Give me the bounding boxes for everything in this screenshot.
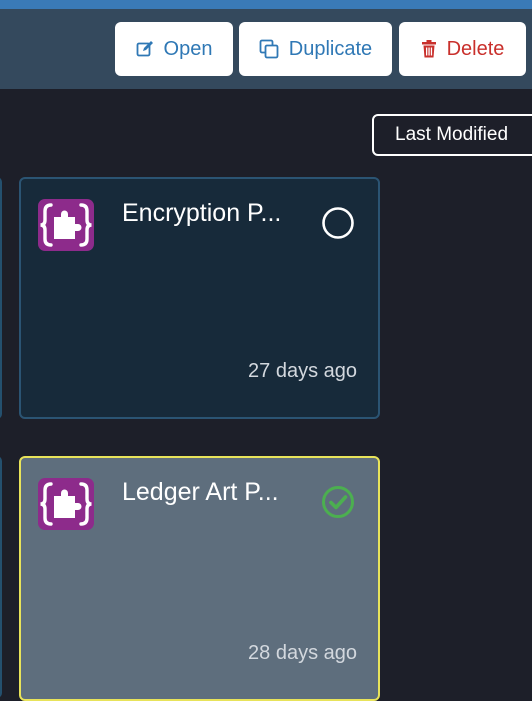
empty-circle-icon[interactable] <box>321 206 355 240</box>
plugin-icon <box>38 478 94 530</box>
card-title: Encryption P... <box>122 199 282 227</box>
copy-icon <box>259 39 279 59</box>
trash-icon <box>421 40 437 58</box>
card-modified-time: 27 days ago <box>248 360 357 382</box>
sort-label: Last Modified <box>395 124 509 145</box>
top-accent-strip <box>0 0 532 9</box>
delete-button[interactable]: Delete <box>399 22 526 76</box>
project-card[interactable]: Encryption P... 27 days ago <box>19 177 380 419</box>
action-toolbar: Open Duplicate Delete <box>0 9 532 89</box>
edit-icon <box>136 40 154 58</box>
plugin-icon <box>38 199 94 251</box>
open-button[interactable]: Open <box>115 22 233 76</box>
partial-card-left[interactable] <box>0 177 2 419</box>
card-modified-time: 28 days ago <box>248 642 357 664</box>
duplicate-button[interactable]: Duplicate <box>239 22 392 76</box>
delete-button-label: Delete <box>446 37 505 60</box>
card-title: Ledger Art P... <box>122 478 279 506</box>
partial-card-left[interactable] <box>0 456 2 698</box>
check-circle-icon[interactable] <box>321 485 355 519</box>
project-card[interactable]: Ledger Art P... 28 days ago <box>19 456 380 701</box>
open-button-label: Open <box>163 37 213 60</box>
duplicate-button-label: Duplicate <box>288 37 373 60</box>
sort-dropdown[interactable]: Last Modified <box>372 114 532 156</box>
